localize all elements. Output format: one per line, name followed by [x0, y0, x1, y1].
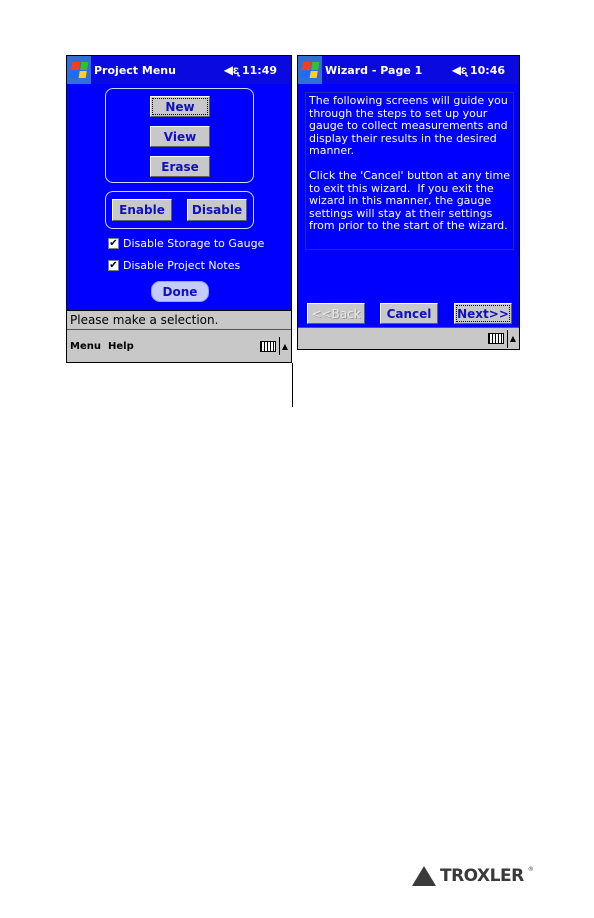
troxler-triangle-icon [412, 866, 436, 886]
clock[interactable]: 11:49 [242, 64, 277, 77]
cancel-button[interactable]: Cancel [380, 303, 438, 324]
registered-mark: ® [527, 866, 534, 873]
start-button[interactable] [298, 56, 322, 84]
checkbox-label: Disable Storage to Gauge [123, 237, 265, 250]
checkbox-checked-icon: ✔ [108, 260, 119, 271]
title-bar: Project Menu ◀ᶓ 11:49 [67, 56, 291, 84]
sip-up-arrow-icon[interactable]: ▲ [282, 342, 288, 351]
menu-item-menu[interactable]: Menu [70, 341, 101, 352]
menu-bar: Menu Help ▲ [67, 329, 291, 362]
next-button[interactable]: Next>> [454, 303, 512, 324]
done-button[interactable]: Done [151, 281, 209, 302]
status-bar: Please make a selection. [67, 310, 291, 330]
view-button[interactable]: View [150, 126, 210, 147]
keyboard-icon[interactable] [487, 333, 504, 344]
window-title: Wizard - Page 1 [325, 63, 423, 77]
checkbox-checked-icon: ✔ [108, 238, 119, 249]
windows-flag-icon [69, 62, 89, 78]
sip-up-arrow-icon[interactable]: ▲ [510, 334, 516, 343]
client-area: New View Erase Enable Disable ✔ Disable … [67, 84, 291, 314]
title-bar: Wizard - Page 1 ◀ᶓ 10:46 [298, 56, 519, 84]
new-button[interactable]: New [150, 96, 210, 117]
divider-line [292, 363, 293, 407]
clock[interactable]: 10:46 [470, 64, 505, 77]
keyboard-icon[interactable] [259, 340, 276, 352]
speaker-icon[interactable]: ◀ᶓ [224, 63, 239, 77]
project-menu-screen: Project Menu ◀ᶓ 11:49 New View Erase Ena… [66, 55, 292, 363]
wizard-description: The following screens will guide you thr… [305, 92, 514, 250]
sip-divider [278, 337, 280, 355]
speaker-icon[interactable]: ◀ᶓ [452, 63, 467, 77]
checkbox-label: Disable Project Notes [123, 259, 241, 272]
windows-flag-icon [300, 62, 320, 78]
back-button[interactable]: <<Back [307, 303, 365, 324]
disable-button[interactable]: Disable [187, 199, 247, 221]
sip-divider [506, 329, 508, 348]
troxler-logo: TROXLER ® [412, 866, 534, 886]
menu-item-help[interactable]: Help [108, 341, 134, 352]
start-button[interactable] [67, 56, 91, 84]
window-title: Project Menu [94, 63, 176, 77]
disable-storage-checkbox[interactable]: ✔ Disable Storage to Gauge [108, 237, 264, 250]
wizard-screen: Wizard - Page 1 ◀ᶓ 10:46 The following s… [297, 55, 520, 350]
disable-notes-checkbox[interactable]: ✔ Disable Project Notes [108, 259, 240, 272]
logo-text: TROXLER [440, 866, 524, 886]
enable-button[interactable]: Enable [112, 199, 172, 221]
erase-button[interactable]: Erase [150, 156, 210, 177]
menu-bar: ▲ [298, 327, 519, 349]
